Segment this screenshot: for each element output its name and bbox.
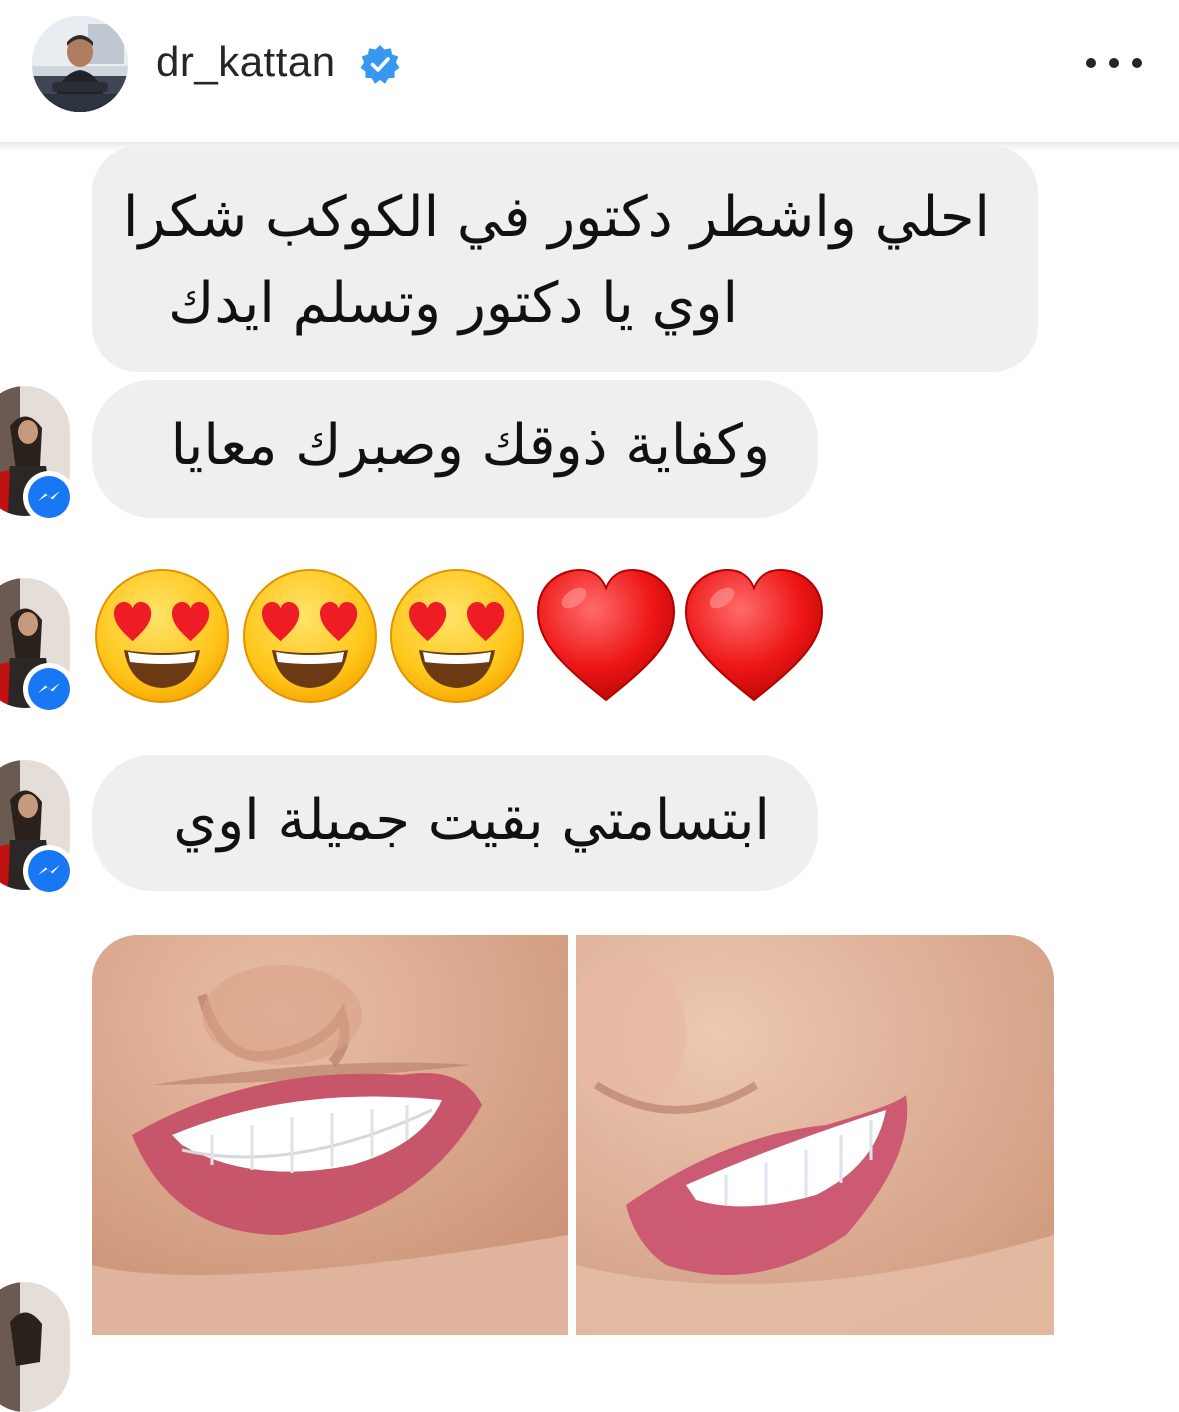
message-bubble: احلي واشطر دكتور في الكوكب شكرا اوي يا د… [92, 146, 1038, 372]
message-text-line: احلي واشطر دكتور في الكوكب شكرا [122, 185, 990, 250]
red-heart-emoji-icon [685, 569, 823, 701]
username[interactable]: dr_kattan [156, 34, 336, 90]
messenger-icon [23, 845, 75, 897]
red-heart-emoji-icon [537, 569, 675, 701]
message-bubble: ابتسامتي بقيت جميلة اوي [92, 755, 818, 891]
profile-avatar-image [32, 16, 128, 112]
more-dot-icon [1086, 58, 1096, 68]
heart-eyes-emoji-icon [391, 570, 523, 702]
photo-message [92, 935, 1054, 1335]
post-header: dr_kattan [0, 0, 1179, 142]
emoji-message [94, 569, 823, 708]
sender-avatar[interactable] [0, 386, 75, 523]
message-text: وكفاية ذوقك وصبرك معايا [170, 413, 770, 478]
sender-avatar-image [0, 1282, 70, 1412]
more-dot-icon [1109, 58, 1119, 68]
sender-avatar[interactable] [0, 760, 75, 897]
message-text: ابتسامتي بقيت جميلة اوي [173, 788, 770, 853]
sender-avatar[interactable] [0, 578, 75, 715]
heart-eyes-emoji-icon [244, 570, 376, 702]
verified-badge-icon [360, 45, 400, 84]
more-dot-icon [1132, 58, 1142, 68]
messenger-icon [23, 663, 75, 715]
smile-photo-after[interactable] [576, 935, 1054, 1335]
message-text-line: اوي يا دكتور وتسلم ايدك [168, 271, 738, 336]
more-options-button[interactable] [1086, 46, 1142, 80]
messenger-icon [23, 471, 75, 523]
smile-photo-before[interactable] [92, 935, 568, 1335]
heart-eyes-emoji-icon [96, 570, 228, 702]
message-bubble: وكفاية ذوقك وصبرك معايا [92, 380, 818, 518]
profile-avatar[interactable] [32, 16, 128, 112]
sender-avatar[interactable] [0, 1282, 70, 1412]
